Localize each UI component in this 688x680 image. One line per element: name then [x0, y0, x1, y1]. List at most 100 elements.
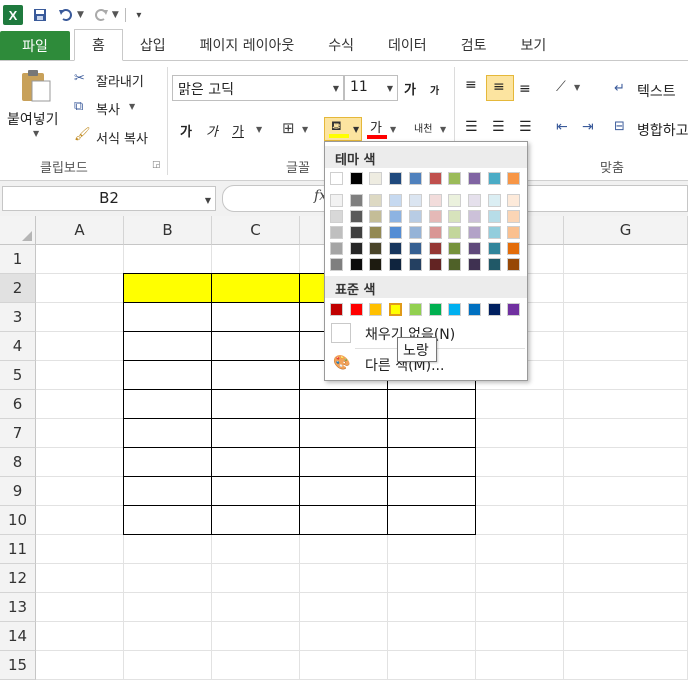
- theme-shade-swatch[interactable]: [507, 258, 521, 271]
- decrease-font-button[interactable]: 가: [430, 82, 439, 97]
- cell-c8[interactable]: [211, 447, 300, 477]
- save-icon[interactable]: [31, 6, 49, 24]
- cell-b8[interactable]: [123, 447, 212, 477]
- cell-d15[interactable]: [300, 651, 388, 680]
- cell-g2[interactable]: [564, 274, 688, 303]
- cell-a11[interactable]: [36, 535, 124, 564]
- cell-f13[interactable]: [476, 593, 564, 622]
- theme-shade-swatch[interactable]: [428, 210, 442, 223]
- cell-c3[interactable]: [211, 302, 300, 332]
- cell-e14[interactable]: [388, 622, 476, 651]
- cell-c12[interactable]: [212, 564, 300, 593]
- cell-a2[interactable]: [36, 274, 124, 303]
- cell-d12[interactable]: [300, 564, 388, 593]
- standard-color-swatch[interactable]: [467, 303, 481, 316]
- cell-c2[interactable]: [211, 273, 300, 303]
- theme-shade-swatch[interactable]: [448, 194, 462, 207]
- align-middle-button[interactable]: ≡: [486, 75, 514, 101]
- font-color-button[interactable]: 가 ▼: [366, 117, 398, 141]
- tab-page-layout[interactable]: 페이지 레이아웃: [183, 29, 312, 60]
- theme-shade-swatch[interactable]: [487, 226, 501, 239]
- cell-c6[interactable]: [211, 389, 300, 419]
- row-header-5[interactable]: 5: [0, 361, 36, 390]
- theme-shade-swatch[interactable]: [389, 210, 403, 223]
- cell-d13[interactable]: [300, 593, 388, 622]
- theme-shade-swatch[interactable]: [408, 210, 422, 223]
- paste-icon[interactable]: [20, 69, 52, 103]
- copy-dropdown-icon[interactable]: ▼: [129, 102, 135, 111]
- align-top-icon[interactable]: ≡: [465, 77, 477, 93]
- cell-b14[interactable]: [124, 622, 212, 651]
- theme-shade-swatch[interactable]: [428, 194, 442, 207]
- theme-shade-swatch[interactable]: [349, 194, 363, 207]
- fill-dropdown-icon[interactable]: ▼: [353, 125, 359, 134]
- standard-color-swatch[interactable]: [388, 302, 404, 317]
- theme-shade-swatch[interactable]: [487, 194, 501, 207]
- row-header-4[interactable]: 4: [0, 332, 36, 361]
- cell-c13[interactable]: [212, 593, 300, 622]
- row-header-2[interactable]: 2: [0, 274, 36, 303]
- font-name-box[interactable]: 맑은 고딕 ▼: [172, 75, 344, 101]
- theme-color-swatch[interactable]: [349, 172, 363, 185]
- cell-d8[interactable]: [299, 447, 388, 477]
- cell-b4[interactable]: [123, 331, 212, 361]
- paste-dropdown-icon[interactable]: ▼: [33, 129, 39, 138]
- redo-dropdown-icon[interactable]: ▼: [112, 10, 119, 20]
- tab-file[interactable]: 파일: [0, 31, 70, 60]
- border-icon[interactable]: ⊞: [282, 119, 295, 137]
- theme-shade-swatch[interactable]: [467, 258, 481, 271]
- increase-font-button[interactable]: 가: [404, 79, 416, 98]
- theme-color-swatch[interactable]: [330, 172, 343, 185]
- cell-b12[interactable]: [124, 564, 212, 593]
- theme-shade-swatch[interactable]: [349, 210, 363, 223]
- cell-f10[interactable]: [476, 506, 564, 535]
- cell-e10[interactable]: [387, 505, 476, 535]
- increase-indent-icon[interactable]: ⇥: [582, 119, 594, 135]
- row-header-10[interactable]: 10: [0, 506, 36, 535]
- theme-shade-swatch[interactable]: [487, 242, 501, 255]
- theme-shade-swatch[interactable]: [330, 194, 343, 207]
- cell-f8[interactable]: [476, 448, 564, 477]
- name-box-dropdown-icon[interactable]: ▼: [205, 196, 211, 205]
- row-header-12[interactable]: 12: [0, 564, 36, 593]
- theme-shade-swatch[interactable]: [349, 226, 363, 239]
- border-dropdown-icon[interactable]: ▼: [302, 125, 308, 134]
- cell-g14[interactable]: [564, 622, 688, 651]
- theme-color-swatch[interactable]: [369, 172, 383, 185]
- standard-color-swatch[interactable]: [507, 303, 521, 316]
- select-all-corner[interactable]: [0, 216, 36, 245]
- phonetic-button[interactable]: 내천: [414, 120, 432, 135]
- fill-color-button[interactable]: ⛾ ▼: [324, 117, 362, 141]
- standard-color-swatch[interactable]: [408, 303, 422, 316]
- cell-b3[interactable]: [123, 302, 212, 332]
- cell-a8[interactable]: [36, 448, 124, 477]
- cell-g15[interactable]: [564, 651, 688, 680]
- theme-shade-swatch[interactable]: [467, 242, 481, 255]
- theme-color-swatch[interactable]: [467, 172, 481, 185]
- tab-review[interactable]: 검토: [444, 29, 504, 60]
- theme-color-swatch[interactable]: [408, 172, 422, 185]
- theme-shade-swatch[interactable]: [487, 210, 501, 223]
- underline-dropdown-icon[interactable]: ▼: [256, 125, 262, 134]
- cell-b15[interactable]: [124, 651, 212, 680]
- tab-data[interactable]: 데이터: [371, 29, 444, 60]
- bold-button[interactable]: 가: [180, 121, 192, 140]
- cell-g13[interactable]: [564, 593, 688, 622]
- row-header-8[interactable]: 8: [0, 448, 36, 477]
- theme-shade-swatch[interactable]: [448, 226, 462, 239]
- cell-g12[interactable]: [564, 564, 688, 593]
- cell-d14[interactable]: [300, 622, 388, 651]
- cell-a6[interactable]: [36, 390, 124, 419]
- theme-shade-swatch[interactable]: [349, 258, 363, 271]
- cell-a12[interactable]: [36, 564, 124, 593]
- customize-icon[interactable]: ▾: [130, 6, 148, 24]
- standard-color-swatch[interactable]: [448, 303, 462, 316]
- font-size-dropdown-icon[interactable]: ▼: [387, 84, 393, 93]
- row-header-7[interactable]: 7: [0, 419, 36, 448]
- cell-c5[interactable]: [211, 360, 300, 390]
- font-size-box[interactable]: 11 ▼: [344, 75, 398, 101]
- theme-shade-swatch[interactable]: [408, 226, 422, 239]
- cell-b6[interactable]: [123, 389, 212, 419]
- cell-a4[interactable]: [36, 332, 124, 361]
- cell-a5[interactable]: [36, 361, 124, 390]
